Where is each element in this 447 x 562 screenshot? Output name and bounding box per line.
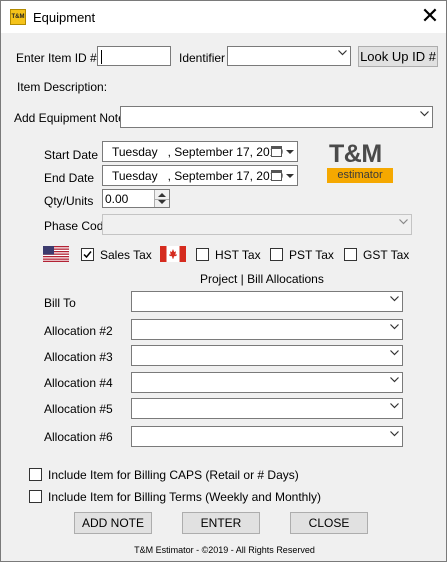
- footer-copyright: T&M Estimator - ©2019 - All Rights Reser…: [134, 545, 315, 555]
- bill-to-label: Bill To: [44, 296, 76, 310]
- allocation-3-label: Allocation #3: [44, 350, 113, 364]
- estimator-logo-badge: estimator: [327, 168, 393, 183]
- billing-terms-label: Include Item for Billing Terms (Weekly a…: [48, 490, 321, 504]
- gst-tax-checkbox[interactable]: [344, 248, 357, 261]
- checkmark-icon: [83, 251, 92, 259]
- increment-icon[interactable]: [158, 193, 166, 197]
- allocation-6-label: Allocation #6: [44, 430, 113, 444]
- dropdown-arrow-icon[interactable]: [286, 150, 294, 154]
- item-id-input[interactable]: [97, 46, 171, 66]
- qty-units-stepper[interactable]: 0.00: [102, 189, 170, 208]
- pst-tax-checkbox[interactable]: [270, 248, 283, 261]
- end-date-picker[interactable]: Tuesday , September 17, 2019: [102, 165, 298, 186]
- canada-flag-icon: [160, 246, 186, 265]
- allocation-2-label: Allocation #2: [44, 324, 113, 338]
- hst-tax-checkbox[interactable]: [196, 248, 209, 261]
- start-date-label: Start Date: [44, 148, 99, 162]
- billing-terms-checkbox[interactable]: [29, 490, 42, 503]
- end-date-value: Tuesday , September 17, 2019: [112, 169, 283, 183]
- sales-tax-checkbox[interactable]: [81, 248, 94, 261]
- chevron-down-icon: [338, 50, 347, 58]
- app-logo-icon: T&M: [10, 9, 26, 25]
- allocation-4-label: Allocation #4: [44, 376, 113, 390]
- enter-button[interactable]: ENTER: [182, 512, 260, 534]
- chevron-down-icon: [390, 323, 399, 332]
- start-date-picker[interactable]: Tuesday , September 17, 2019: [102, 141, 298, 162]
- gst-tax-label: GST Tax: [363, 248, 410, 262]
- window-title: Equipment: [33, 10, 96, 25]
- allocation-2-select[interactable]: [131, 319, 403, 340]
- spin-buttons[interactable]: [154, 190, 169, 207]
- close-window-icon[interactable]: ✕: [414, 1, 446, 33]
- qty-units-label: Qty/Units: [44, 194, 94, 208]
- equipment-dialog: T&M Equipment ✕ Enter Item ID # Identifi…: [0, 0, 447, 562]
- chevron-down-icon: [390, 430, 399, 439]
- equipment-note-label: Add Equipment Note: [14, 111, 125, 125]
- identifier-select[interactable]: [227, 46, 351, 66]
- close-button[interactable]: CLOSE: [290, 512, 368, 534]
- chevron-down-icon: [390, 349, 399, 358]
- equipment-note-select[interactable]: [120, 106, 433, 128]
- decrement-icon[interactable]: [158, 200, 166, 204]
- allocation-5-select[interactable]: [131, 398, 403, 419]
- phase-codes-select[interactable]: [102, 214, 412, 235]
- calendar-icon[interactable]: [271, 170, 282, 181]
- sales-tax-label: Sales Tax: [100, 248, 152, 262]
- allocation-3-select[interactable]: [131, 345, 403, 366]
- chevron-down-icon: [399, 218, 408, 227]
- item-description-label: Item Description:: [17, 80, 108, 94]
- text-cursor: [101, 50, 102, 64]
- item-id-label: Enter Item ID #: [16, 51, 97, 65]
- billing-caps-checkbox[interactable]: [29, 468, 42, 481]
- chevron-down-icon: [390, 295, 399, 304]
- chevron-down-icon: [390, 402, 399, 411]
- end-date-label: End Date: [44, 171, 95, 185]
- dropdown-arrow-icon[interactable]: [286, 174, 294, 178]
- look-up-id-button[interactable]: Look Up ID #: [358, 46, 438, 67]
- qty-units-value: 0.00: [105, 192, 129, 206]
- bill-to-select[interactable]: [131, 291, 403, 312]
- tm-logo-text: T&M: [329, 140, 382, 168]
- add-note-button[interactable]: ADD NOTE: [74, 512, 152, 534]
- hst-tax-label: HST Tax: [215, 248, 261, 262]
- calendar-icon[interactable]: [271, 146, 282, 157]
- pst-tax-label: PST Tax: [289, 248, 334, 262]
- allocation-4-select[interactable]: [131, 372, 403, 393]
- allocation-5-label: Allocation #5: [44, 402, 113, 416]
- chevron-down-icon: [420, 111, 429, 119]
- us-flag-icon: [43, 246, 69, 265]
- identifier-label: Identifier: [179, 51, 226, 65]
- billing-caps-label: Include Item for Billing CAPS (Retail or…: [48, 468, 299, 482]
- allocation-6-select[interactable]: [131, 426, 403, 447]
- start-date-value: Tuesday , September 17, 2019: [112, 145, 283, 159]
- chevron-down-icon: [390, 376, 399, 385]
- allocations-section-title: Project | Bill Allocations: [200, 272, 324, 286]
- title-bar: T&M Equipment ✕: [1, 1, 446, 33]
